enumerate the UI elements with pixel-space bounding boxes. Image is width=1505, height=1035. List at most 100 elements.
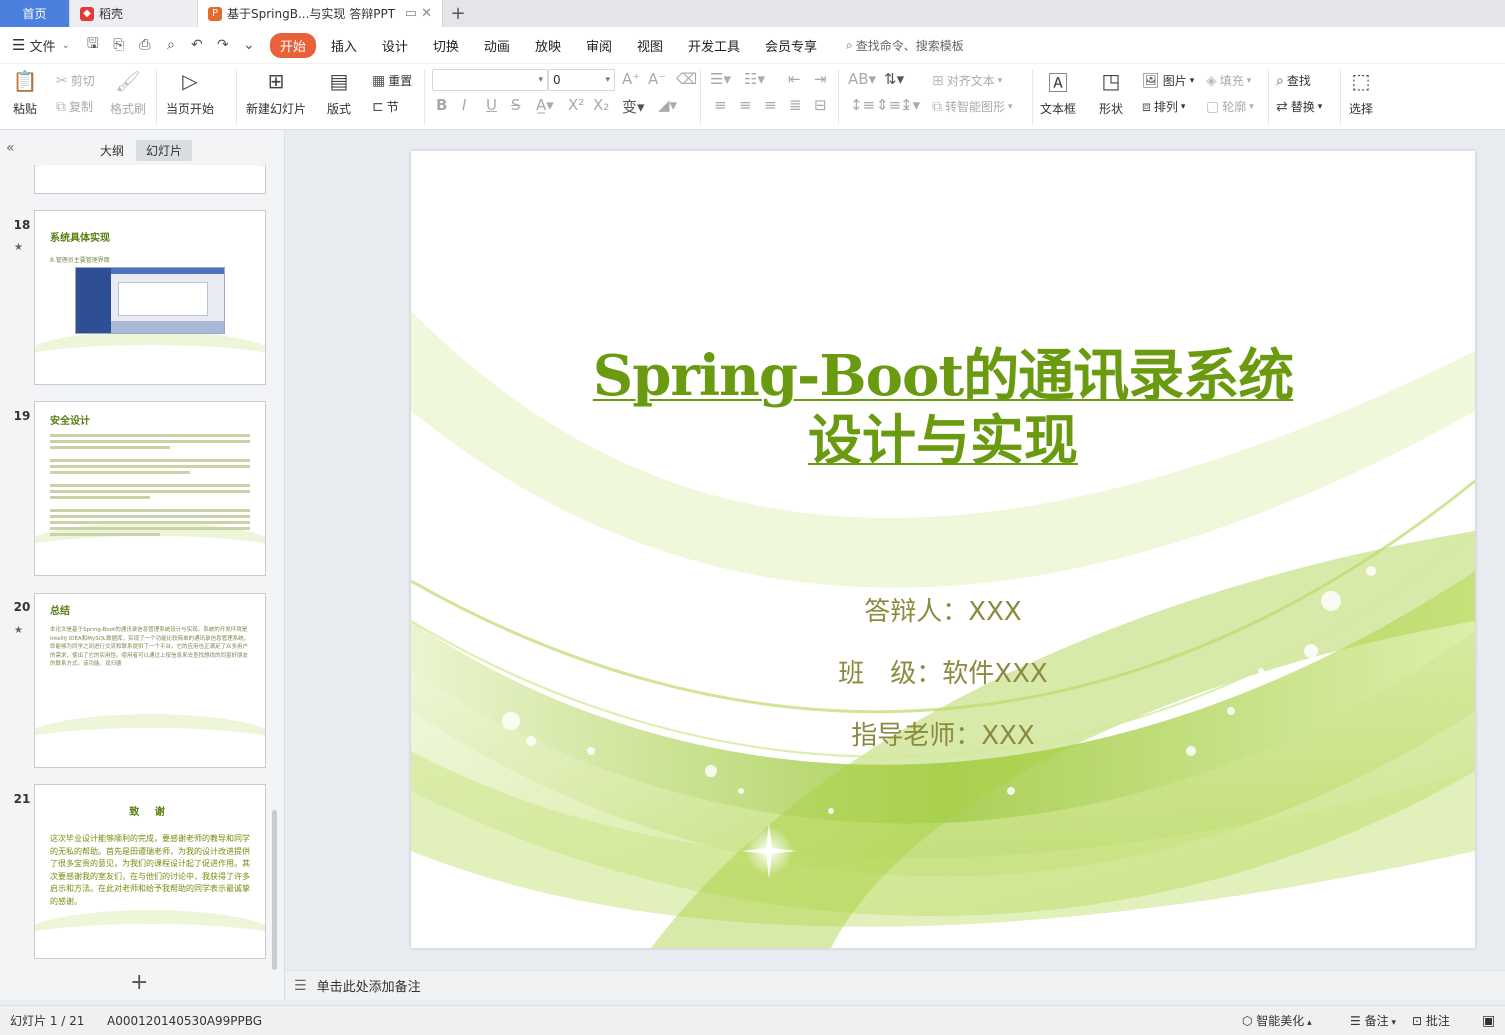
slide-thumbnail[interactable] — [34, 165, 266, 194]
redo-icon[interactable]: ↷ — [214, 37, 232, 53]
normal-view-icon[interactable]: ▣ — [1482, 1013, 1495, 1029]
arrange-button[interactable]: ⧈ 排列 ▾ — [1142, 98, 1185, 115]
paste-button[interactable]: 📋 粘贴 — [12, 64, 38, 117]
new-tab-button[interactable]: + — [443, 0, 473, 27]
menu-tab[interactable]: 视图 — [627, 33, 673, 58]
chevron-down-icon: ▾ — [538, 75, 543, 85]
text-direction-icon[interactable]: AB▾ — [848, 70, 876, 88]
text-line — [50, 471, 190, 474]
print-preview-icon[interactable]: ⌕ — [162, 37, 180, 53]
slide-thumbnail-19[interactable]: 安全设计 — [34, 401, 266, 576]
spacing-more-icon[interactable]: ↨▾ — [900, 96, 920, 114]
cut-button[interactable]: ✂ 剪切 — [56, 72, 95, 89]
menu-tab[interactable]: 开发工具 — [678, 33, 750, 58]
highlight-icon[interactable]: ◢▾ — [658, 96, 677, 114]
clear-format-icon[interactable]: ⌫ — [676, 70, 697, 88]
grow-font-icon[interactable]: A⁺ — [622, 70, 640, 88]
copy-button[interactable]: ⧉ 复制 — [56, 98, 93, 115]
reset-button[interactable]: ▦ 重置 — [372, 72, 412, 89]
fill-button[interactable]: ◈ 填充 ▾ — [1206, 72, 1251, 89]
close-icon[interactable]: ▭ ✕ — [405, 6, 432, 21]
print-icon[interactable]: ⎙ — [136, 37, 154, 53]
select-button[interactable]: ⬚ 选择 — [1348, 64, 1374, 117]
bullets-icon[interactable]: ☰▾ — [710, 70, 731, 88]
menu-tab[interactable]: 会员专享 — [755, 33, 827, 58]
presenter-text[interactable]: 答辩人：XXX — [411, 591, 1475, 628]
numbering-icon[interactable]: ☷▾ — [744, 70, 765, 88]
find-label: 查找 — [1286, 74, 1311, 88]
section-button[interactable]: ⊏ 节 — [372, 98, 399, 115]
superscript-icon[interactable]: X² — [568, 96, 584, 114]
menu-tab[interactable]: 设计 — [372, 33, 418, 58]
menu-row: ☰ 文件 ⌄ 🖫 ⎘ ⎙ ⌕ ↶ ↷ ⌄ 开始 插入 设计 切换 动画 放映 审阅 视图 开发工具会… — [0, 27, 1505, 64]
sort-icon[interactable]: ⇅▾ — [884, 70, 904, 88]
more-icon[interactable]: ⌄ — [240, 37, 258, 53]
menu-tab[interactable]: 插入 — [321, 33, 367, 58]
export-icon[interactable]: ⎘ — [110, 37, 128, 53]
advisor-text[interactable]: 指导老师：XXX — [411, 715, 1475, 752]
smart-graphic-button[interactable]: ⧉ 转智能图形 ▾ — [932, 98, 1013, 115]
tab-slides[interactable]: 幻灯片 — [136, 140, 193, 161]
menu-tab[interactable]: 放映 — [525, 33, 571, 58]
find-button[interactable]: ⌕ 查找 — [1276, 72, 1311, 89]
textbox-button[interactable]: 🄰 文本框 — [1040, 64, 1076, 117]
tab-document[interactable]: P 基于SpringB...与实现 答辩PPT ▭ ✕ — [198, 0, 443, 27]
slide-thumbnail-18[interactable]: 系统具体实现 8.管理员主要管理界面 — [34, 210, 266, 385]
layout-button[interactable]: ▤ 版式 — [326, 64, 352, 117]
menu-tab[interactable]: 开始 — [269, 32, 316, 58]
tab-home[interactable]: 首页 — [0, 0, 70, 27]
font-color-icon[interactable]: A̲▾ — [536, 96, 554, 114]
play-from-current-button[interactable]: ▷ 当页开始 — [166, 64, 214, 117]
command-search[interactable]: ⌕ 查找命令、搜索模板 — [846, 37, 964, 54]
slide-thumbnail-21[interactable]: 致 谢 这次毕业设计能够顺利的完成，要感谢老师的教导和同学的无私的帮助。首先是田… — [34, 784, 266, 959]
add-slide-button[interactable]: + — [130, 970, 148, 995]
menu-tab[interactable]: 切换 — [423, 33, 469, 58]
thumb-title: 致 谢 — [129, 807, 171, 818]
panel-scrollbar[interactable] — [272, 810, 277, 970]
italic-icon[interactable]: I — [462, 96, 466, 114]
justify-icon[interactable]: ≣ — [789, 96, 802, 114]
font-family-select[interactable]: ▾ — [432, 69, 548, 91]
menu-tab[interactable]: 动画 — [474, 33, 520, 58]
bold-icon[interactable]: B — [436, 96, 447, 114]
tab-home-label: 首页 — [22, 7, 47, 21]
char-spacing-icon[interactable]: 变▾ — [622, 96, 645, 117]
align-text-button[interactable]: ⊞ 对齐文本 ▾ — [932, 72, 1002, 89]
strikethrough-icon[interactable]: S — [511, 96, 521, 114]
outline-button[interactable]: ▢ 轮廓 ▾ — [1206, 98, 1254, 115]
slide-title-line2[interactable]: 设计与实现 — [411, 396, 1475, 475]
notes-toggle-button[interactable]: ☰ 备注 ▾ — [1350, 1012, 1396, 1029]
decrease-indent-icon[interactable]: ⇤ — [788, 70, 801, 88]
para-spacing-icon[interactable]: ⇕≡ — [876, 96, 901, 114]
smart-beautify-button[interactable]: ⬡ 智能美化 ▴ — [1242, 1012, 1312, 1029]
align-right-icon[interactable]: ≡ — [764, 96, 777, 114]
collapse-panel-icon[interactable]: « — [6, 140, 15, 156]
increase-indent-icon[interactable]: ⇥ — [814, 70, 827, 88]
replace-button[interactable]: ⇄ 替换 ▾ — [1276, 98, 1322, 115]
picture-button[interactable]: 🖼 图片 ▾ — [1142, 72, 1194, 89]
distribute-icon[interactable]: ⊟ — [814, 96, 827, 114]
save-icon[interactable]: 🖫 — [84, 33, 102, 57]
layout-icon: ▤ — [329, 69, 349, 93]
font-size-select[interactable]: 0 ▾ — [548, 69, 615, 91]
format-painter-button[interactable]: 🖌 格式刷 — [110, 64, 146, 117]
current-slide[interactable]: Spring-Boot的通讯录系统 设计与实现 答辩人：XXX 班 级：软件XX… — [411, 151, 1475, 948]
line-spacing-icon[interactable]: ↕≡ — [850, 96, 875, 114]
align-left-icon[interactable]: ≡ — [714, 96, 727, 114]
undo-icon[interactable]: ↶ — [188, 37, 206, 53]
slide-thumbnail-20[interactable]: 总结 本论文是基于Spring-Boot的通讯录信息管理系统设计与实现。系统的开… — [34, 593, 266, 768]
menu-tab[interactable]: 审阅 — [576, 33, 622, 58]
comment-button[interactable]: ⊡ 批注 — [1412, 1012, 1450, 1029]
class-text[interactable]: 班 级：软件XXX — [411, 653, 1475, 690]
subscript-icon[interactable]: X₂ — [593, 96, 609, 114]
underline-icon[interactable]: U — [486, 96, 497, 114]
tab-docer[interactable]: ◆ 稻壳 — [70, 0, 198, 27]
notes-bar[interactable]: ☰ 单击此处添加备注 — [286, 970, 1505, 1000]
align-center-icon[interactable]: ≡ — [739, 96, 752, 114]
file-menu[interactable]: ☰ 文件 ⌄ — [12, 36, 70, 55]
new-slide-button[interactable]: ⊞ 新建幻灯片 — [246, 64, 306, 117]
tab-outline[interactable]: 大纲 — [90, 140, 134, 161]
shape-button[interactable]: ◳ 形状 — [1098, 64, 1124, 117]
shrink-font-icon[interactable]: A⁻ — [648, 70, 666, 88]
text-line — [50, 515, 250, 518]
